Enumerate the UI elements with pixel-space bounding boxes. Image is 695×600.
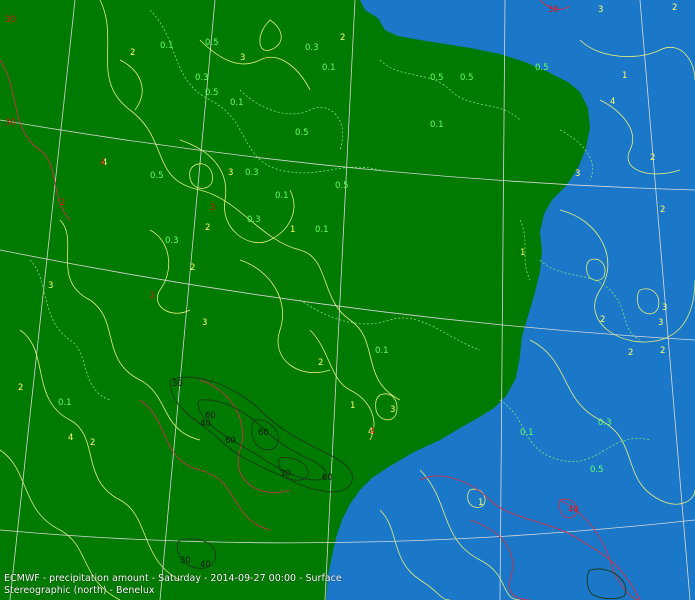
contour-label: 2 [660, 346, 665, 356]
contour-label: 2 [650, 153, 655, 163]
contour-label: 0.1 [322, 63, 336, 73]
contour-label: 0.5 [205, 88, 219, 98]
caption-projection: Stereographic (north) - Benelux [4, 585, 155, 596]
map-caption: ECMWF - precipitation amount - Saturday … [4, 573, 342, 597]
precipitation-map: 2 3 4 2 3 1 2 3 4 2 1 3 2 4 3 2 1 3 2 2 … [0, 0, 695, 600]
contour-label: 1 [290, 225, 295, 235]
contour-label: 0.3 [195, 73, 209, 83]
contour-label: 3 [575, 169, 580, 179]
contour-label: 3 [390, 405, 395, 415]
contour-label: 4 [370, 427, 375, 437]
contour-label: 0.3 [247, 215, 261, 225]
contour-label: 40 [200, 419, 211, 429]
contour-label: 1 [520, 248, 525, 258]
contour-label: 0.5 [150, 171, 164, 181]
contour-label: 30 [548, 5, 559, 15]
contour-label: 1 [350, 401, 355, 411]
contour-label: 2 [672, 3, 677, 13]
contour-label: 60 [258, 428, 269, 438]
contour-label: 1 [478, 498, 483, 508]
contour-label: 0.1 [520, 428, 534, 438]
contour-label: 0.5 [295, 128, 309, 138]
contour-label: 60 [225, 436, 236, 446]
contour-label: 30 [172, 379, 183, 389]
contour-label: 0.5 [535, 63, 549, 73]
contour-label: 0.1 [58, 398, 72, 408]
contour-label: 0.1 [315, 225, 329, 235]
contour-label: 0.5 [430, 73, 444, 83]
contour-label: 3 [210, 203, 215, 213]
contour-label: 3 [598, 5, 603, 15]
contour-label: 0.5 [460, 73, 474, 83]
contour-label: 40 [200, 560, 211, 570]
contour-label: 2 [660, 205, 665, 215]
contour-label: 2 [318, 358, 323, 368]
contour-label: 3 [202, 318, 207, 328]
contour-label: 3 [48, 281, 53, 291]
contour-label: 4 [100, 158, 105, 168]
contour-label: 0.1 [160, 41, 174, 51]
contour-label: 2 [190, 263, 195, 273]
contour-label: 4 [68, 433, 73, 443]
contour-label: 3 [658, 318, 663, 328]
contour-label: 2 [340, 33, 345, 43]
contour-label: 30 [5, 15, 16, 25]
map-canvas: 2 3 4 2 3 1 2 3 4 2 1 3 2 4 3 2 1 3 2 2 … [0, 0, 695, 600]
contour-label: 0.3 [165, 236, 179, 246]
contour-label: 0.3 [245, 168, 259, 178]
contour-label: 2 [18, 383, 23, 393]
contour-label: 2 [205, 223, 210, 233]
contour-label: 60 [322, 473, 333, 483]
contour-label: 3 [662, 303, 667, 313]
contour-label: 0.3 [305, 43, 319, 53]
contour-label: 30 [180, 556, 191, 566]
caption-title: ECMWF - precipitation amount - Saturday … [4, 573, 342, 584]
contour-label: 0.5 [205, 38, 219, 48]
contour-label: 2 [60, 198, 65, 208]
contour-label: 1 [622, 71, 627, 81]
contour-label: 2 [90, 438, 95, 448]
contour-label: 3 [240, 53, 245, 63]
contour-label: 3 [228, 168, 233, 178]
contour-label: 0.5 [590, 465, 604, 475]
contour-label: 4 [610, 97, 615, 107]
contour-label: 0.1 [230, 98, 244, 108]
contour-label: 0.1 [430, 120, 444, 130]
contour-label: 2 [150, 291, 155, 301]
contour-label: 30 [280, 469, 291, 479]
contour-label: 30 [5, 118, 16, 128]
contour-label: 0.1 [375, 346, 389, 356]
contour-label: 0.1 [275, 191, 289, 201]
contour-label: 2 [130, 48, 135, 58]
contour-label: 40 [568, 505, 579, 515]
contour-label: 2 [628, 348, 633, 358]
contour-label: 2 [600, 315, 605, 325]
contour-label: 0.5 [335, 181, 349, 191]
contour-label: 0.3 [598, 418, 612, 428]
